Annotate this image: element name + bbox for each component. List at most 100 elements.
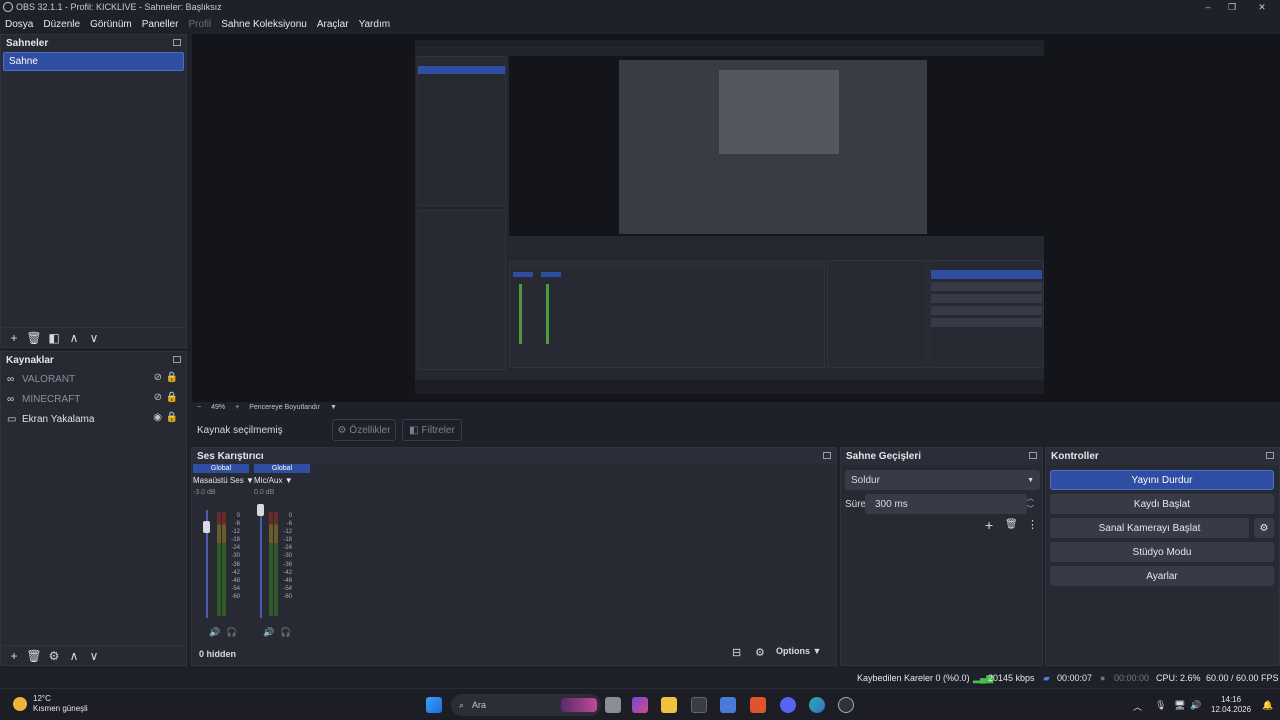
sources-dock: Kaynaklar ∞ VALORANT ⊘ 🔒 ∞ MINECRAFT ⊘ 🔒…: [0, 351, 187, 666]
scene-item-sahne[interactable]: Sahne: [3, 52, 184, 71]
scale-tick: -24: [283, 545, 292, 552]
start-record-button[interactable]: Kaydı Başlat: [1050, 494, 1274, 514]
speaker-icon[interactable]: 🔊: [209, 627, 220, 638]
fit-to-window-label[interactable]: Pencereye Boyutlandır: [249, 404, 320, 411]
eye-icon[interactable]: ◉: [153, 412, 162, 423]
menu-profil[interactable]: Profil: [183, 19, 216, 30]
taskbar-search[interactable]: ⌕ Ara: [451, 694, 601, 716]
clock-time: 14:16: [1221, 695, 1242, 704]
chevron-up-icon[interactable]: ︿: [1133, 700, 1142, 713]
discord-icon[interactable]: [780, 697, 796, 713]
float-dock-icon[interactable]: [173, 39, 181, 46]
volume-icon[interactable]: 🔊: [1190, 700, 1201, 711]
store-icon[interactable]: [691, 697, 707, 713]
float-dock-icon[interactable]: [823, 452, 831, 459]
obs-logo-icon: [3, 2, 13, 12]
channel-name-select[interactable]: Mic/Aux ▼: [254, 476, 310, 485]
remove-source-trash-icon[interactable]: 🗑: [26, 648, 42, 664]
zoom-in-button[interactable]: +: [235, 404, 239, 411]
layout-toggle-icon[interactable]: ⊟: [732, 646, 741, 659]
microphone-icon[interactable]: 🎙: [1155, 700, 1166, 711]
lock-icon[interactable]: 🔒: [166, 372, 178, 383]
add-source-button[interactable]: +: [6, 648, 22, 664]
sources-title: Kaynaklar: [1, 352, 186, 369]
volume-slider[interactable]: [260, 510, 262, 618]
task-view-icon[interactable]: [605, 697, 621, 713]
menu-dosya[interactable]: Dosya: [0, 19, 38, 30]
move-up-icon[interactable]: ∧: [66, 330, 82, 346]
menu-araclar[interactable]: Araçlar: [312, 19, 354, 30]
monitor-icon: ▭: [7, 413, 17, 425]
float-dock-icon[interactable]: [1029, 452, 1037, 459]
move-down-icon[interactable]: ∨: [86, 330, 102, 346]
source-item-valorant[interactable]: ∞ VALORANT ⊘ 🔒: [1, 369, 186, 389]
source-properties-gear-icon[interactable]: ⚙: [46, 648, 62, 664]
preview-canvas[interactable]: [192, 34, 1280, 402]
chevron-up-icon[interactable]: ︿: [1027, 493, 1034, 503]
mail-icon[interactable]: [720, 697, 736, 713]
virtual-camera-settings-gear-icon[interactable]: ⚙: [1254, 518, 1274, 538]
meter-scale: 0 -6 -12 -18 -24 -30 -36 -42 -48 -54 -60: [278, 512, 292, 601]
studio-mode-button[interactable]: Stüdyo Modu: [1050, 542, 1274, 562]
scale-tick: -42: [283, 569, 292, 576]
start-virtual-camera-button[interactable]: Sanal Kamerayı Başlat: [1050, 518, 1249, 538]
filters-button[interactable]: ◧ Filtreler: [402, 419, 462, 441]
windows-start-icon[interactable]: [426, 697, 442, 713]
scenes-title-label: Sahneler: [6, 38, 49, 49]
scenes-dock: Sahneler Sahne + 🗑 ◧ ∧ ∨: [0, 34, 187, 348]
transitions-title-label: Sahne Geçişleri: [846, 451, 922, 462]
add-scene-button[interactable]: +: [6, 330, 22, 346]
headphones-icon[interactable]: 🎧: [226, 627, 237, 638]
options-button[interactable]: Options ▼: [776, 646, 821, 656]
lock-icon[interactable]: 🔒: [166, 412, 178, 423]
settings-button[interactable]: Ayarlar: [1050, 566, 1274, 586]
properties-button[interactable]: ⚙ Özellikler: [332, 419, 396, 441]
channel-name-select[interactable]: Masaüstü Ses ▼: [193, 476, 254, 485]
add-transition-button[interactable]: +: [985, 517, 993, 533]
move-up-icon[interactable]: ∧: [66, 648, 82, 664]
duration-value: 300 ms: [875, 498, 908, 510]
menu-paneller[interactable]: Paneller: [137, 19, 184, 30]
float-dock-icon[interactable]: [1266, 452, 1274, 459]
filter-icon: ◧: [409, 424, 419, 436]
title-bar: OBS 32.1.1 - Profil: KICKLIVE - Sahneler…: [0, 0, 1280, 14]
remove-transition-trash-icon[interactable]: 🗑: [1005, 519, 1018, 530]
taskbar-clock[interactable]: 14:16 12.04.2026: [1211, 695, 1251, 715]
source-item-ekran-yakalama[interactable]: ▭ Ekran Yakalama ◉ 🔒: [1, 409, 186, 429]
more-options-icon[interactable]: ⋮: [1027, 518, 1038, 531]
brave-browser-icon[interactable]: [750, 697, 766, 713]
move-down-icon[interactable]: ∨: [86, 648, 102, 664]
weather-widget[interactable]: 12°C Kısmen güneşli: [13, 694, 88, 714]
edge-browser-icon[interactable]: [809, 697, 825, 713]
chevron-down-icon[interactable]: ﹀: [1027, 504, 1034, 514]
stop-stream-button[interactable]: Yayını Durdur: [1050, 470, 1274, 490]
chevron-down-icon[interactable]: ▼: [330, 404, 337, 411]
notifications-bell-icon[interactable]: 🔔: [1262, 700, 1273, 711]
volume-slider-handle[interactable]: [203, 521, 210, 533]
headphones-icon[interactable]: 🎧: [280, 627, 291, 638]
network-icon[interactable]: 🖥: [1174, 700, 1185, 711]
menu-gorunum[interactable]: Görünüm: [85, 19, 137, 30]
scene-filters-icon[interactable]: ◧: [46, 330, 62, 346]
speaker-icon[interactable]: 🔊: [263, 627, 274, 638]
lock-icon[interactable]: 🔒: [166, 392, 178, 403]
audio-mixer-dock: Ses Karıştırıcı Global Masaüstü Ses ▼ -3…: [191, 447, 837, 666]
duration-input[interactable]: 300 ms: [865, 494, 1027, 514]
source-item-minecraft[interactable]: ∞ MINECRAFT ⊘ 🔒: [1, 389, 186, 409]
menu-duzenle[interactable]: Düzenle: [38, 19, 85, 30]
zoom-out-button[interactable]: −: [197, 404, 201, 411]
menu-yardim[interactable]: Yardım: [354, 19, 396, 30]
scale-tick: -30: [231, 553, 240, 560]
file-explorer-icon[interactable]: [661, 697, 677, 713]
volume-slider-handle[interactable]: [257, 504, 264, 516]
menu-sahne-koleksiyonu[interactable]: Sahne Koleksiyonu: [216, 19, 312, 30]
copilot-icon[interactable]: [632, 697, 648, 713]
remove-scene-trash-icon[interactable]: 🗑: [26, 330, 42, 346]
eye-hidden-icon[interactable]: ⊘: [154, 392, 162, 403]
obs-taskbar-icon[interactable]: [838, 697, 854, 713]
float-dock-icon[interactable]: [173, 356, 181, 363]
advanced-audio-icon[interactable]: ⚙: [755, 646, 765, 659]
eye-hidden-icon[interactable]: ⊘: [154, 372, 162, 383]
transition-select[interactable]: Soldur ▼: [845, 470, 1040, 490]
close-button[interactable]: ✕: [1244, 0, 1280, 14]
